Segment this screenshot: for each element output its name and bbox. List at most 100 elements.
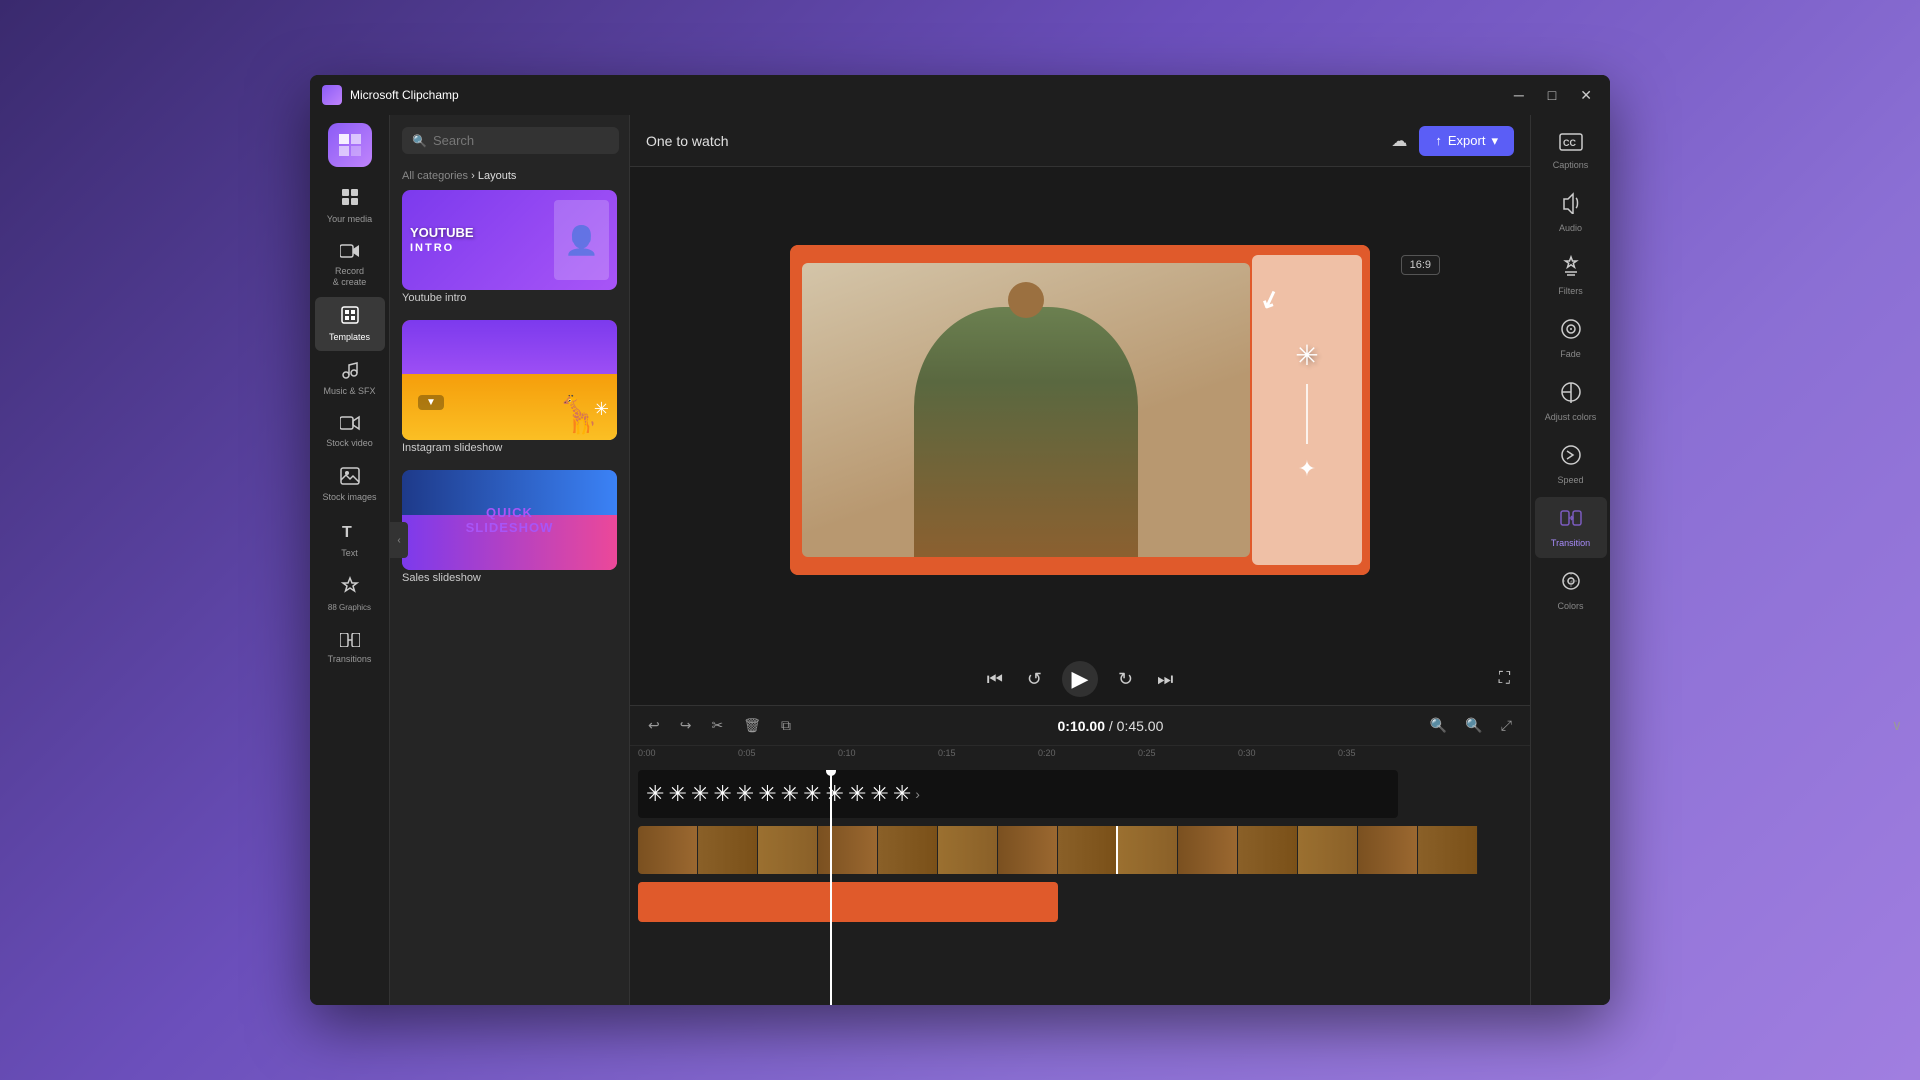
breadcrumb-current: Layouts	[478, 170, 517, 182]
panel-collapse-button[interactable]: ‹	[390, 522, 408, 558]
aspect-ratio-badge[interactable]: 16:9	[1401, 255, 1440, 275]
timeline-zoom: 🔍 🔍 ⤢	[1424, 714, 1518, 737]
svg-text:T: T	[342, 524, 352, 541]
colors-icon	[1560, 570, 1582, 598]
redo-button[interactable]: ↪	[674, 713, 698, 738]
video-cell-13	[1358, 826, 1418, 874]
zoom-fit-button[interactable]: ⤢	[1495, 714, 1518, 737]
maximize-button[interactable]: □	[1542, 85, 1562, 106]
sync-icon[interactable]: ☁	[1391, 131, 1407, 151]
snowflake-track[interactable]: ✳ ✳ ✳ ✳ ✳ ✳ ✳ ✳ ✳ ✳ ✳ ✳ ›	[638, 770, 1398, 818]
right-panel-colors[interactable]: Colors	[1535, 560, 1607, 621]
graphics-icon	[340, 576, 360, 601]
snowflake-2: ✳	[668, 781, 686, 807]
search-input[interactable]	[433, 133, 609, 148]
filters-label: Filters	[1558, 286, 1583, 296]
zoom-out-button[interactable]: 🔍	[1424, 714, 1453, 737]
video-cell-8	[1058, 826, 1118, 874]
skip-forward-button[interactable]: ⏭	[1153, 665, 1177, 694]
speed-icon	[1560, 444, 1582, 472]
breadcrumb: All categories › Layouts	[390, 166, 629, 190]
skip-back-button[interactable]: ⏮	[983, 665, 1007, 694]
sidebar-item-music-sfx[interactable]: Music & SFX	[315, 353, 385, 405]
captions-label: Captions	[1553, 160, 1589, 170]
main-layout: Your media Record & create Templates Mus…	[310, 115, 1610, 1005]
cut-button[interactable]: ✂	[705, 713, 729, 738]
template-youtube-intro[interactable]: YOUTUBE INTRO 👤 Youtube intro	[402, 190, 617, 312]
playhead[interactable]	[830, 770, 832, 1005]
sidebar-item-stock-video[interactable]: Stock video	[315, 407, 385, 457]
video-track[interactable]	[638, 826, 1518, 874]
sidebar-label-graphics: 88 Graphics	[328, 603, 371, 613]
sidebar-label-your-media: Your media	[327, 214, 372, 225]
fullscreen-button[interactable]: ⛶	[1495, 666, 1514, 692]
forward-button[interactable]: ↻	[1114, 665, 1137, 694]
track-color	[638, 882, 1522, 934]
template-sales-slideshow[interactable]: QUICKSLIDESHOW Sales slideshow	[402, 470, 617, 592]
close-button[interactable]: ✕	[1574, 85, 1598, 106]
right-panel: CC Captions Audio Filters F	[1530, 115, 1610, 1005]
sidebar-label-transitions: Transitions	[328, 654, 372, 665]
video-cell-9	[1118, 826, 1178, 874]
delete-button[interactable]: 🗑	[737, 713, 767, 738]
filters-icon	[1560, 255, 1582, 283]
minimize-button[interactable]: ─	[1508, 85, 1530, 106]
sidebar-item-text[interactable]: T Text	[315, 513, 385, 567]
track-video	[638, 826, 1522, 878]
video-preview: ✳ ✦ ↙ 16:9	[630, 167, 1530, 653]
right-panel-filters[interactable]: Filters	[1535, 245, 1607, 306]
music-sfx-icon	[341, 361, 359, 384]
breadcrumb-parent[interactable]: All categories	[402, 170, 468, 182]
sidebar-item-templates[interactable]: Templates	[315, 297, 385, 351]
right-panel-fade[interactable]: Fade	[1535, 308, 1607, 369]
video-cell-2	[698, 826, 758, 874]
export-button[interactable]: ↑ Export ▾	[1419, 126, 1514, 156]
export-label: Export	[1448, 133, 1486, 148]
ruler-mark-0: 0:00	[638, 748, 656, 758]
time-separator: /	[1109, 718, 1117, 734]
templates-icon	[340, 305, 360, 330]
transition-label: Transition	[1551, 538, 1590, 548]
undo-button[interactable]: ↩	[642, 713, 666, 738]
timeline-tracks: ✳ ✳ ✳ ✳ ✳ ✳ ✳ ✳ ✳ ✳ ✳ ✳ ›	[630, 770, 1530, 1005]
template-youtube-intro-label: Youtube intro	[402, 290, 617, 312]
video-cell-10	[1178, 826, 1238, 874]
sidebar-item-transitions[interactable]: Transitions	[315, 623, 385, 673]
templates-panel: 🔍 ≡ All categories › Layouts YOUTUBE	[390, 115, 630, 1005]
right-panel-transition[interactable]: Transition	[1535, 497, 1607, 558]
adjust-colors-label: Adjust colors	[1545, 412, 1597, 422]
export-chevron-icon: ▾	[1491, 133, 1498, 149]
rewind-button[interactable]: ↺	[1023, 665, 1046, 694]
top-bar: One to watch ☁ ↑ Export ▾	[630, 115, 1530, 167]
sidebar-item-graphics[interactable]: 88 Graphics	[315, 568, 385, 621]
copy-button[interactable]: ⧉	[775, 713, 797, 738]
sidebar-label-record-create: Record & create	[333, 266, 367, 288]
export-arrow-icon: ↑	[1435, 133, 1442, 148]
video-thumb-strip	[638, 826, 1518, 874]
right-panel-audio[interactable]: Audio	[1535, 182, 1607, 243]
icon-sidebar: Your media Record & create Templates Mus…	[310, 115, 390, 1005]
sidebar-item-record-create[interactable]: Record & create	[315, 235, 385, 296]
snowflake-11: ✳	[870, 781, 888, 807]
sidebar-item-stock-images[interactable]: Stock images	[315, 459, 385, 511]
sidebar-logo	[328, 123, 372, 167]
template-instagram-slideshow[interactable]: 🦒 ✳ ▼ Instagram slideshow	[402, 320, 617, 462]
right-panel-adjust-colors[interactable]: Adjust colors	[1535, 371, 1607, 432]
instagram-slideshow-thumbnail: 🦒 ✳ ▼	[402, 320, 617, 440]
video-cell-6	[938, 826, 998, 874]
timeline-area: ↩ ↪ ✂ 🗑 ⧉ 0:10.00 / 0:45.00 🔍 🔍 ⤢	[630, 705, 1530, 1005]
sidebar-item-your-media[interactable]: Your media	[315, 179, 385, 233]
zoom-in-button[interactable]: 🔍	[1459, 714, 1488, 737]
snowflake-12: ✳	[893, 781, 911, 807]
playback-controls: ⏮ ↺ ▶ ↻ ⏭ ⛶	[630, 653, 1530, 705]
video-container: ✳ ✦ ↙ 16:9	[790, 245, 1370, 575]
right-panel-captions[interactable]: CC Captions	[1535, 123, 1607, 180]
snowflake-10: ✳	[848, 781, 866, 807]
ruler-mark-35: 0:35	[1338, 748, 1356, 758]
video-cell-12	[1298, 826, 1358, 874]
color-track[interactable]	[638, 882, 1058, 922]
panel-search-area: 🔍 ≡	[390, 115, 629, 166]
play-button[interactable]: ▶	[1062, 661, 1098, 697]
right-panel-speed[interactable]: Speed	[1535, 434, 1607, 495]
search-box: 🔍	[402, 127, 619, 154]
